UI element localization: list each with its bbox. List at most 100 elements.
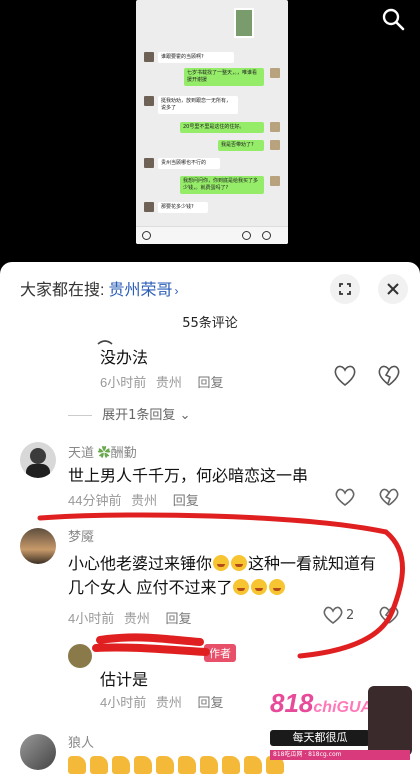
chat-message: 七岁书载找了一整天，。，唯谁看援开谢援 bbox=[184, 68, 264, 86]
thumbs-up-emoji-icon bbox=[112, 756, 130, 774]
like-icon[interactable] bbox=[332, 362, 358, 388]
dislike-icon[interactable] bbox=[376, 362, 402, 388]
close-button[interactable] bbox=[378, 274, 408, 304]
chat-input-bar bbox=[136, 226, 288, 244]
comment-time: 44分钟前 bbox=[68, 493, 122, 508]
leaf-icon: ✿ bbox=[97, 445, 111, 460]
reply-button[interactable]: 回复 bbox=[173, 493, 199, 508]
thumbs-up-emoji-icon bbox=[178, 756, 196, 774]
comment-text-part: 这种一看就知道有 bbox=[248, 556, 377, 573]
comment-location: 贵州 bbox=[155, 375, 182, 390]
comment-author[interactable]: 天道 ✿酬勤 bbox=[68, 442, 137, 461]
fullscreen-icon bbox=[339, 283, 351, 295]
thumbs-up-emoji-icon bbox=[68, 756, 86, 774]
emoji-icon bbox=[242, 231, 251, 240]
thumbs-up-emoji-icon bbox=[244, 756, 262, 774]
chat-message: 贵州当顾哪也不行的 bbox=[158, 158, 220, 169]
comment-sheet: 大家都在搜: 贵州荣哥 › 55条评论 没办法 6小时前 贵州 回复 展开1条回复 … bbox=[0, 262, 420, 780]
reply-button[interactable]: 回复 bbox=[198, 695, 224, 710]
avatar bbox=[144, 202, 154, 212]
avatar bbox=[270, 122, 280, 132]
comment-text-part: 小心他老婆过来锤你 bbox=[68, 556, 213, 573]
chat-screenshot: 谁跟要霍的当顾啊? 七岁书载找了一整天，。，唯谁看援开谢援 挺我劝劝，放到跟恋一… bbox=[136, 0, 288, 244]
comment-text: 几个女人 应付不过来了 bbox=[68, 574, 286, 598]
laughing-emoji-icon bbox=[213, 555, 230, 571]
hot-search-prefix: 大家都在搜: bbox=[20, 282, 105, 299]
chat-message: 谁跟要霍的当顾啊? bbox=[158, 52, 234, 63]
comment-location: 贵州 bbox=[131, 493, 158, 508]
search-icon[interactable] bbox=[380, 6, 406, 32]
chat-message: 20号里不里是这住的住好。 bbox=[180, 122, 264, 133]
expand-replies-button[interactable]: 展开1条回复 ⌄ bbox=[68, 404, 190, 423]
thumbs-up-emoji-icon bbox=[200, 756, 218, 774]
chat-message: 挺我劝劝，放到跟恋一无所有，说多了 bbox=[158, 96, 238, 114]
like-icon[interactable] bbox=[322, 604, 344, 626]
author-name[interactable]: 梦魇 bbox=[68, 526, 94, 545]
comment-text: 估计是 bbox=[100, 672, 149, 689]
dislike-icon[interactable] bbox=[378, 604, 400, 626]
avatar[interactable] bbox=[20, 528, 56, 564]
plus-icon bbox=[262, 231, 271, 240]
comment-text: 小心他老婆过来锤你 这种一看就知道有 bbox=[68, 550, 408, 574]
comment-time: 4小时前 bbox=[68, 611, 115, 626]
like-count: 2 bbox=[346, 608, 355, 623]
comment-meta: 6小时前 贵州 回复 bbox=[100, 372, 224, 391]
reply-button[interactable]: 回复 bbox=[166, 611, 192, 626]
hot-search-link[interactable]: 贵州荣哥 bbox=[108, 282, 172, 299]
comment-time: 4小时前 bbox=[100, 695, 147, 710]
dislike-icon[interactable] bbox=[378, 486, 400, 508]
laughing-emoji-icon bbox=[269, 579, 286, 595]
watermark-slogan: 每天都很瓜 bbox=[270, 730, 370, 746]
watermark-logo-number: 818 bbox=[270, 688, 314, 718]
author-name-suffix: 酬勤 bbox=[110, 445, 137, 460]
expand-replies-label: 展开1条回复 bbox=[102, 408, 176, 423]
avatar bbox=[144, 52, 154, 62]
close-icon bbox=[387, 283, 399, 295]
comment-count: 55条评论 bbox=[182, 316, 238, 331]
voice-icon bbox=[142, 231, 151, 240]
watermark-image bbox=[368, 686, 412, 756]
laughing-emoji-icon bbox=[251, 579, 268, 595]
chevron-down-icon: ⌄ bbox=[179, 408, 191, 423]
comment-meta: 4小时前 贵州 回复 bbox=[100, 692, 224, 711]
thumbs-up-emoji-icon bbox=[222, 756, 240, 774]
comment-location: 贵州 bbox=[123, 611, 150, 626]
video-player[interactable]: 谁跟要霍的当顾啊? 七岁书载找了一整天，。，唯谁看援开谢援 挺我劝劝，放到跟恋一… bbox=[0, 0, 420, 262]
laughing-emoji-icon bbox=[231, 555, 248, 571]
expand-button[interactable] bbox=[330, 274, 360, 304]
avatar[interactable] bbox=[20, 442, 56, 478]
avatar bbox=[270, 140, 280, 150]
chat-message: 那要花多少钱? bbox=[158, 202, 208, 213]
author-name: 天道 bbox=[68, 445, 95, 460]
comment-text: 没办法 bbox=[100, 350, 149, 367]
chat-message: 我想问问你，你到底是给我买了多少钱，。就费蛋吗了? bbox=[180, 176, 264, 194]
avatar bbox=[144, 158, 154, 168]
avatar[interactable] bbox=[20, 734, 56, 770]
thumbs-up-emoji-icon bbox=[134, 756, 152, 774]
comment-text-part: 几个女人 应付不过来了 bbox=[68, 580, 233, 597]
author-tag: 作者 bbox=[204, 644, 236, 662]
chat-message: 我是否带劝了? bbox=[218, 140, 264, 151]
avatar[interactable] bbox=[68, 644, 92, 668]
thumbs-up-emoji-icon bbox=[90, 756, 108, 774]
comment-text: 世上男人千千万，何必暗恋这一串 bbox=[68, 468, 309, 485]
comment-meta: 4小时前 贵州 回复 bbox=[68, 608, 192, 627]
watermark-logo-sub: chiGUA bbox=[313, 699, 373, 716]
comment-text bbox=[68, 756, 288, 776]
comment-meta: 44分钟前 贵州 回复 bbox=[68, 490, 199, 509]
author-name[interactable]: 狼人 bbox=[68, 732, 94, 751]
avatar bbox=[144, 96, 154, 106]
comment-location: 贵州 bbox=[155, 695, 182, 710]
hot-search-bar[interactable]: 大家都在搜: 贵州荣哥 › bbox=[20, 276, 178, 300]
chat-image-thumbnail bbox=[234, 8, 254, 38]
comment-time: 6小时前 bbox=[100, 375, 147, 390]
reply-button[interactable]: 回复 bbox=[198, 375, 224, 390]
watermark-logo: 818chiGUA 每天都很瓜 818吃瓜网 · 818cg.com bbox=[270, 686, 412, 776]
thumbs-up-emoji-icon bbox=[156, 756, 174, 774]
chevron-right-icon: › bbox=[174, 284, 179, 298]
like-icon[interactable] bbox=[334, 486, 356, 508]
laughing-emoji-icon bbox=[233, 579, 250, 595]
watermark-strip: 818吃瓜网 · 818cg.com bbox=[270, 750, 410, 760]
avatar bbox=[270, 176, 280, 186]
avatar bbox=[270, 68, 280, 78]
